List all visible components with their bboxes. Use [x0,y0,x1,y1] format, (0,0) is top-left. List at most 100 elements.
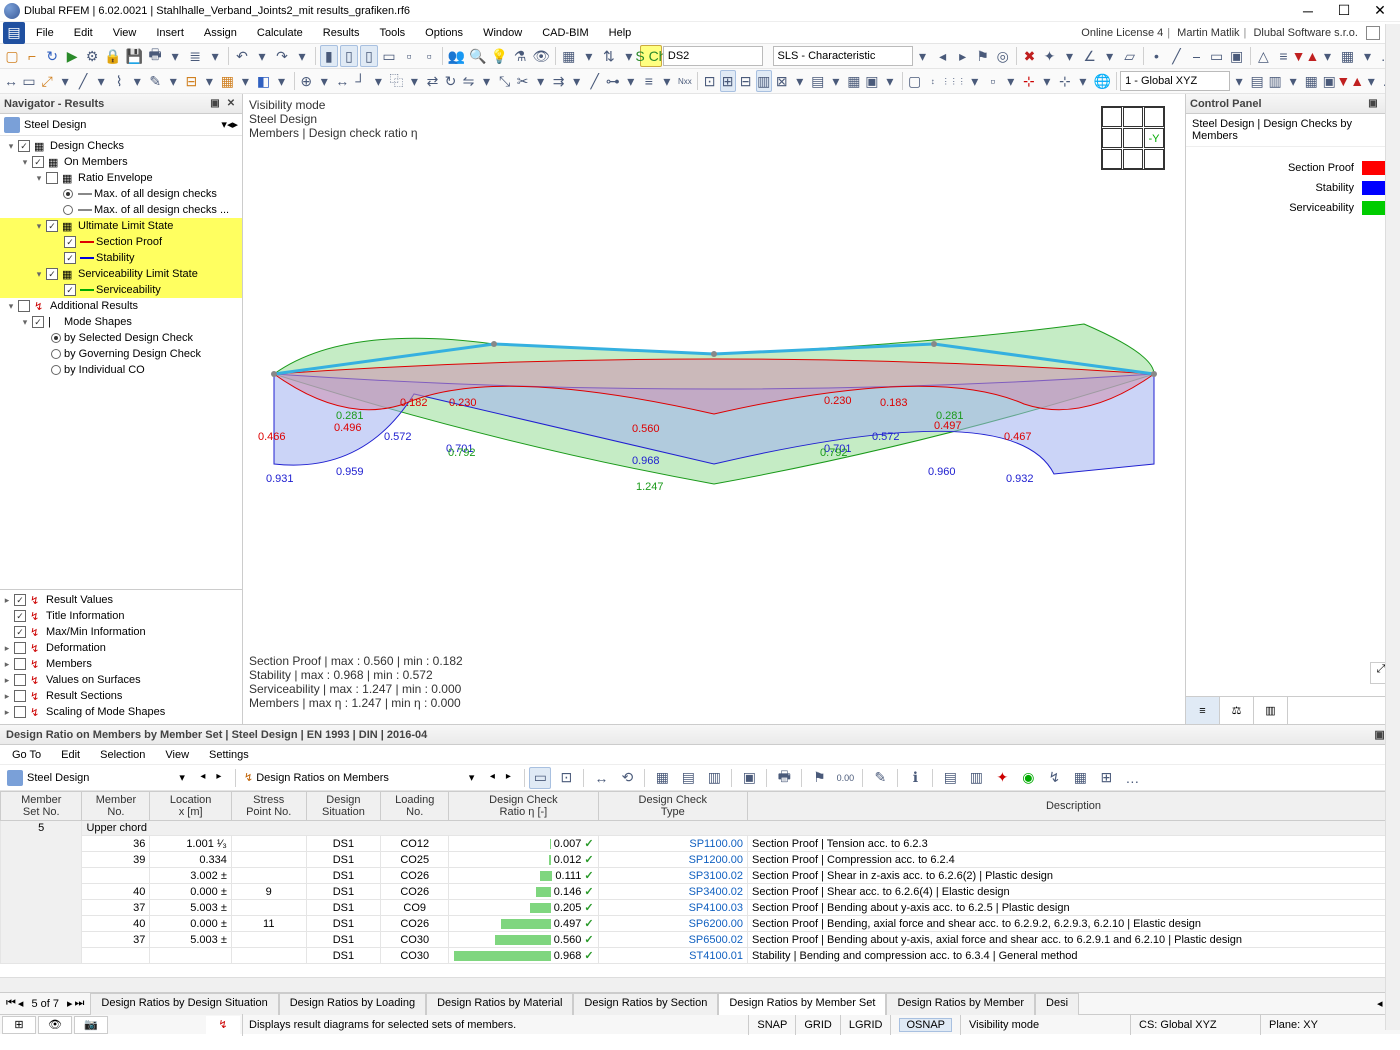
table-view-select[interactable]: ↯ Design Ratios on Members ▾ [239,768,479,787]
ico[interactable]: ▭ [529,767,551,789]
ucs-icon[interactable]: ⊹ [1057,70,1073,92]
ico[interactable]: ▤ [939,767,961,789]
tmenu-selection[interactable]: Selection [90,747,155,763]
chevron-down-icon[interactable]: ▾ [166,45,184,67]
tab-3[interactable]: Design Ratios by Section [573,993,718,1015]
chevron-down-icon[interactable]: ▾ [273,70,289,92]
flag-icon[interactable]: ⚑ [974,45,992,67]
res-i-icon[interactable]: ▢ [907,70,923,92]
draw-icon[interactable]: ╱ [75,70,91,92]
chevron-down-icon[interactable]: ▾ [1359,45,1377,67]
tab-6[interactable]: Desi [1035,993,1079,1015]
menu-calculate[interactable]: Calculate [247,24,313,42]
ico[interactable]: ⟲ [616,767,638,789]
close-button[interactable]: ✕ [1372,3,1388,19]
chevron-down-icon[interactable]: ▾ [93,70,109,92]
arrow-right-icon[interactable]: ▸ [501,771,515,785]
sb-icon-4[interactable]: ↯ [206,1016,240,1034]
line-icon[interactable]: ╱ [1168,45,1186,67]
redo-icon[interactable]: ↷ [273,45,291,67]
table-row[interactable]: 400.000 ±11 DS1CO26 0.497 ✓ SP6200.00Sec… [1,916,1400,932]
sb-icon-1[interactable]: ⊞ [2,1016,36,1034]
chevron-down-icon[interactable]: ▾ [1231,70,1247,92]
next-icon[interactable]: ▸ [67,997,73,1010]
wand-icon[interactable]: ✦ [1041,45,1059,67]
new-icon[interactable]: ▢ [3,45,21,67]
bulb-icon[interactable]: 💡 [490,45,509,67]
ico[interactable]: ▦ [1069,767,1091,789]
measure-icon[interactable]: ↔ [334,70,350,92]
first-icon[interactable]: ⏮ [6,997,16,1010]
brush-icon[interactable]: ✎ [147,70,163,92]
script-icon[interactable]: ≡ [1274,45,1292,67]
chevron-down-icon[interactable]: ▾ [406,70,422,92]
chevron-down-icon[interactable]: ▾ [479,70,495,92]
globe-icon[interactable]: 🌐 [1093,70,1112,92]
ico[interactable]: ✎ [869,767,891,789]
tmenu-settings[interactable]: Settings [199,747,259,763]
snap-toggle[interactable]: SNAP [748,1015,795,1035]
chevron-down-icon[interactable]: ▾ [1363,70,1379,92]
chevron-down-icon[interactable]: ▾ [1003,70,1019,92]
panel-float-icon[interactable]: ▣ [208,97,222,111]
chevron-down-icon[interactable]: ▾ [1039,70,1055,92]
cs-combo[interactable] [1120,71,1230,91]
break-icon[interactable]: ╱ [587,70,603,92]
tab-0[interactable]: Design Ratios by Design Situation [90,993,278,1015]
tab-2[interactable]: Design Ratios by Material [426,993,573,1015]
users-icon[interactable]: 👥 [447,45,466,67]
chevron-down-icon[interactable]: ▾ [1101,45,1119,67]
chevron-down-icon[interactable]: ▾ [370,70,386,92]
spline-icon[interactable]: ⌇ [111,70,127,92]
arrow-left-icon[interactable]: ◂ [196,771,210,785]
ico[interactable]: ⊡ [555,767,577,789]
search-icon[interactable]: 🔍 [468,45,487,67]
ortho-icon[interactable]: ┘ [352,70,368,92]
tmenu-view[interactable]: View [155,747,199,763]
v5-icon[interactable]: ▼▲ [1339,70,1361,92]
save-icon[interactable]: 💾 [125,45,144,67]
ico[interactable]: 0.00 [834,767,856,789]
ico[interactable]: ▥ [703,767,725,789]
trim-icon[interactable]: ✂ [515,70,531,92]
join-icon[interactable]: ⊶ [605,70,621,92]
arrow-right-icon[interactable]: ▸ [232,118,238,131]
split-icon[interactable]: ⊟ [183,70,199,92]
undo-icon[interactable]: ↶ [233,45,251,67]
ico[interactable]: ↯ [1043,767,1065,789]
res-h-icon[interactable]: ▣ [864,70,880,92]
chevron-down-icon[interactable]: ▾ [206,45,224,67]
view-cube[interactable]: -Y [1101,106,1165,170]
res-a-icon[interactable]: ⊡ [702,70,718,92]
x-icon[interactable]: ✖ [1020,45,1038,67]
run-icon[interactable]: ▶ [63,45,81,67]
angle-icon[interactable]: ∠ [1081,45,1099,67]
panel-x-icon[interactable]: ▫ [400,45,418,67]
table-row[interactable]: 3.002 ± DS1CO26 0.111 ✓ SP3100.02Section… [1,868,1400,884]
menu-tools[interactable]: Tools [369,24,415,42]
panel-bottom-icon[interactable]: ▭ [380,45,398,67]
ico[interactable]: ℹ [904,767,926,789]
menu-insert[interactable]: Insert [146,24,194,42]
offset-icon[interactable]: ≡ [641,70,657,92]
sort-icon[interactable]: ⇅ [600,45,618,67]
panel-left-icon[interactable]: ▮ [320,45,338,67]
chevron-down-icon[interactable]: ▾ [201,70,217,92]
res-c-icon[interactable]: ⊟ [738,70,754,92]
print-icon[interactable]: 🖶 [146,45,164,67]
scrollbar-vertical[interactable] [1385,791,1400,977]
plane-icon[interactable]: ▱ [1121,45,1139,67]
axes-icon[interactable]: ⊹ [1021,70,1037,92]
chevron-down-icon[interactable]: ▾ [1285,70,1301,92]
ico[interactable]: ⊞ [1095,767,1117,789]
book-icon[interactable]: ≣ [186,45,204,67]
scrollbar-horizontal[interactable] [0,977,1400,992]
prev-icon[interactable]: ◂ [18,997,24,1010]
refresh-icon[interactable]: ↻ [43,45,61,67]
menu-window[interactable]: Window [473,24,532,42]
res-f-icon[interactable]: ▤ [810,70,826,92]
extend-icon[interactable]: ⇉ [551,70,567,92]
ico[interactable]: ▥ [965,767,987,789]
menu-cad-bim[interactable]: CAD-BIM [532,24,598,42]
lock-icon[interactable]: 🔒 [103,45,122,67]
